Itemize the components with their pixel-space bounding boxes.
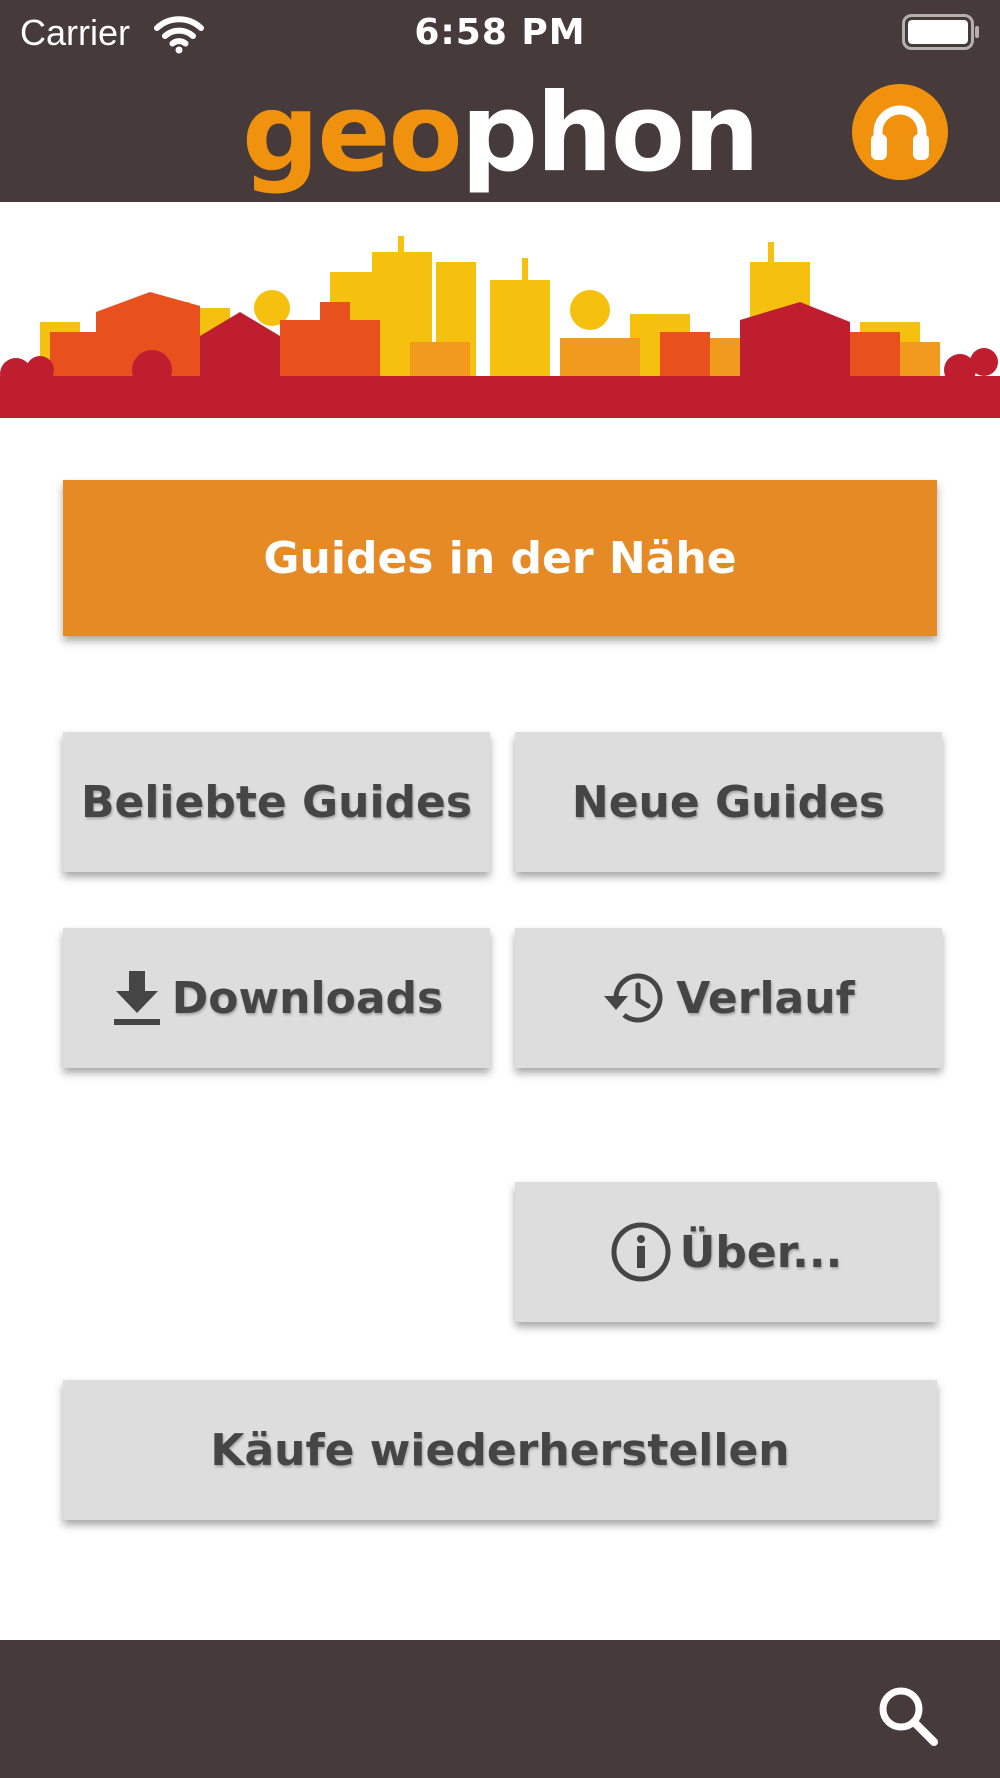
city-skyline-banner bbox=[0, 236, 1000, 418]
history-icon bbox=[604, 973, 663, 1023]
downloads-label: Downloads bbox=[171, 972, 444, 1024]
headphones-icon bbox=[871, 105, 929, 160]
bottom-toolbar bbox=[0, 1640, 1000, 1778]
about-label: Über... bbox=[679, 1226, 843, 1278]
nearby-guides-label: Guides in der Nähe bbox=[263, 532, 737, 584]
clock: 6:58 PM bbox=[414, 12, 586, 53]
restore-purchases-button[interactable]: Käufe wiederherstellen bbox=[63, 1380, 937, 1520]
popular-guides-label: Beliebte Guides bbox=[80, 776, 473, 828]
download-icon bbox=[113, 971, 160, 1025]
headphones-button[interactable] bbox=[852, 84, 948, 180]
new-guides-label: Neue Guides bbox=[571, 776, 886, 828]
history-label: Verlauf bbox=[676, 972, 855, 1024]
restore-purchases-label: Käufe wiederherstellen bbox=[210, 1424, 790, 1476]
popular-guides-button[interactable]: Beliebte Guides bbox=[63, 732, 490, 872]
about-button[interactable]: Über... bbox=[515, 1182, 937, 1322]
info-icon bbox=[611, 1222, 671, 1282]
nav-bar: geophon bbox=[0, 66, 1000, 202]
new-guides-button[interactable]: Neue Guides bbox=[515, 732, 942, 872]
nearby-guides-button[interactable]: Guides in der Nähe bbox=[63, 480, 937, 636]
battery-icon bbox=[902, 14, 979, 50]
geophon-logo: geophon bbox=[241, 71, 760, 196]
status-bar: Carrier 6:58 PM bbox=[0, 0, 1000, 66]
downloads-button[interactable]: Downloads bbox=[63, 928, 490, 1068]
history-button[interactable]: Verlauf bbox=[515, 928, 942, 1068]
search-icon[interactable] bbox=[876, 1684, 940, 1748]
